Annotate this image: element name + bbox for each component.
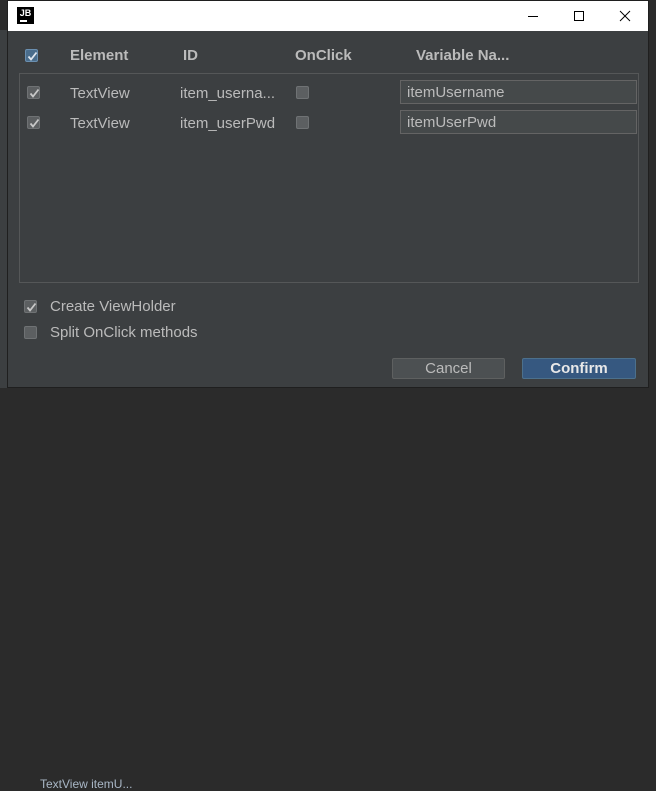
header-onclick: OnClick bbox=[295, 47, 352, 64]
check-icon bbox=[27, 51, 38, 61]
split-onclick-option[interactable]: Split OnClick methods bbox=[24, 323, 224, 343]
create-viewholder-label: Create ViewHolder bbox=[50, 298, 176, 315]
close-button[interactable] bbox=[602, 1, 648, 31]
minimize-icon bbox=[528, 16, 538, 17]
row-checkbox[interactable] bbox=[27, 86, 40, 99]
row-onclick-checkbox[interactable] bbox=[296, 116, 309, 129]
jetbrains-logo-icon: JB bbox=[17, 7, 34, 24]
header-variable-name: Variable Na... bbox=[416, 47, 510, 64]
split-onclick-label: Split OnClick methods bbox=[50, 324, 198, 341]
dialog-content: Element ID OnClick Variable Na... TextVi… bbox=[8, 31, 648, 387]
title-bar[interactable]: JB bbox=[8, 1, 648, 31]
variable-name-input[interactable] bbox=[400, 110, 637, 134]
create-viewholder-option[interactable]: Create ViewHolder bbox=[24, 297, 224, 317]
dialog-window: JB Element ID OnClick Variable Na... Tex… bbox=[7, 0, 649, 388]
create-viewholder-checkbox[interactable] bbox=[24, 300, 37, 313]
ide-background-text: TextView itemU... bbox=[40, 777, 133, 791]
minimize-button[interactable] bbox=[510, 1, 556, 31]
table-header: Element ID OnClick Variable Na... bbox=[19, 39, 639, 73]
select-all-checkbox[interactable] bbox=[25, 49, 38, 62]
row-element: TextView bbox=[70, 115, 130, 132]
row-id: item_userna... bbox=[180, 85, 276, 102]
header-element: Element bbox=[70, 47, 129, 64]
table-row: TextView item_userna... bbox=[20, 79, 638, 109]
ide-background-editor: TextView itemU... bbox=[0, 388, 656, 791]
row-onclick-checkbox[interactable] bbox=[296, 86, 309, 99]
row-element: TextView bbox=[70, 85, 130, 102]
check-icon bbox=[29, 88, 40, 98]
check-icon bbox=[26, 302, 37, 312]
row-checkbox[interactable] bbox=[27, 116, 40, 129]
variable-name-input[interactable] bbox=[400, 80, 637, 104]
cancel-button[interactable]: Cancel bbox=[392, 358, 505, 379]
row-id: item_userPwd bbox=[180, 115, 276, 132]
close-icon bbox=[619, 10, 631, 22]
split-onclick-checkbox[interactable] bbox=[24, 326, 37, 339]
header-id: ID bbox=[183, 47, 198, 64]
confirm-button[interactable]: Confirm bbox=[522, 358, 636, 379]
logo-text: JB bbox=[19, 8, 32, 18]
check-icon bbox=[29, 118, 40, 128]
maximize-icon bbox=[574, 11, 584, 21]
maximize-button[interactable] bbox=[556, 1, 602, 31]
table-row: TextView item_userPwd bbox=[20, 109, 638, 139]
elements-table: TextView item_userna... TextView item_us… bbox=[19, 73, 639, 283]
